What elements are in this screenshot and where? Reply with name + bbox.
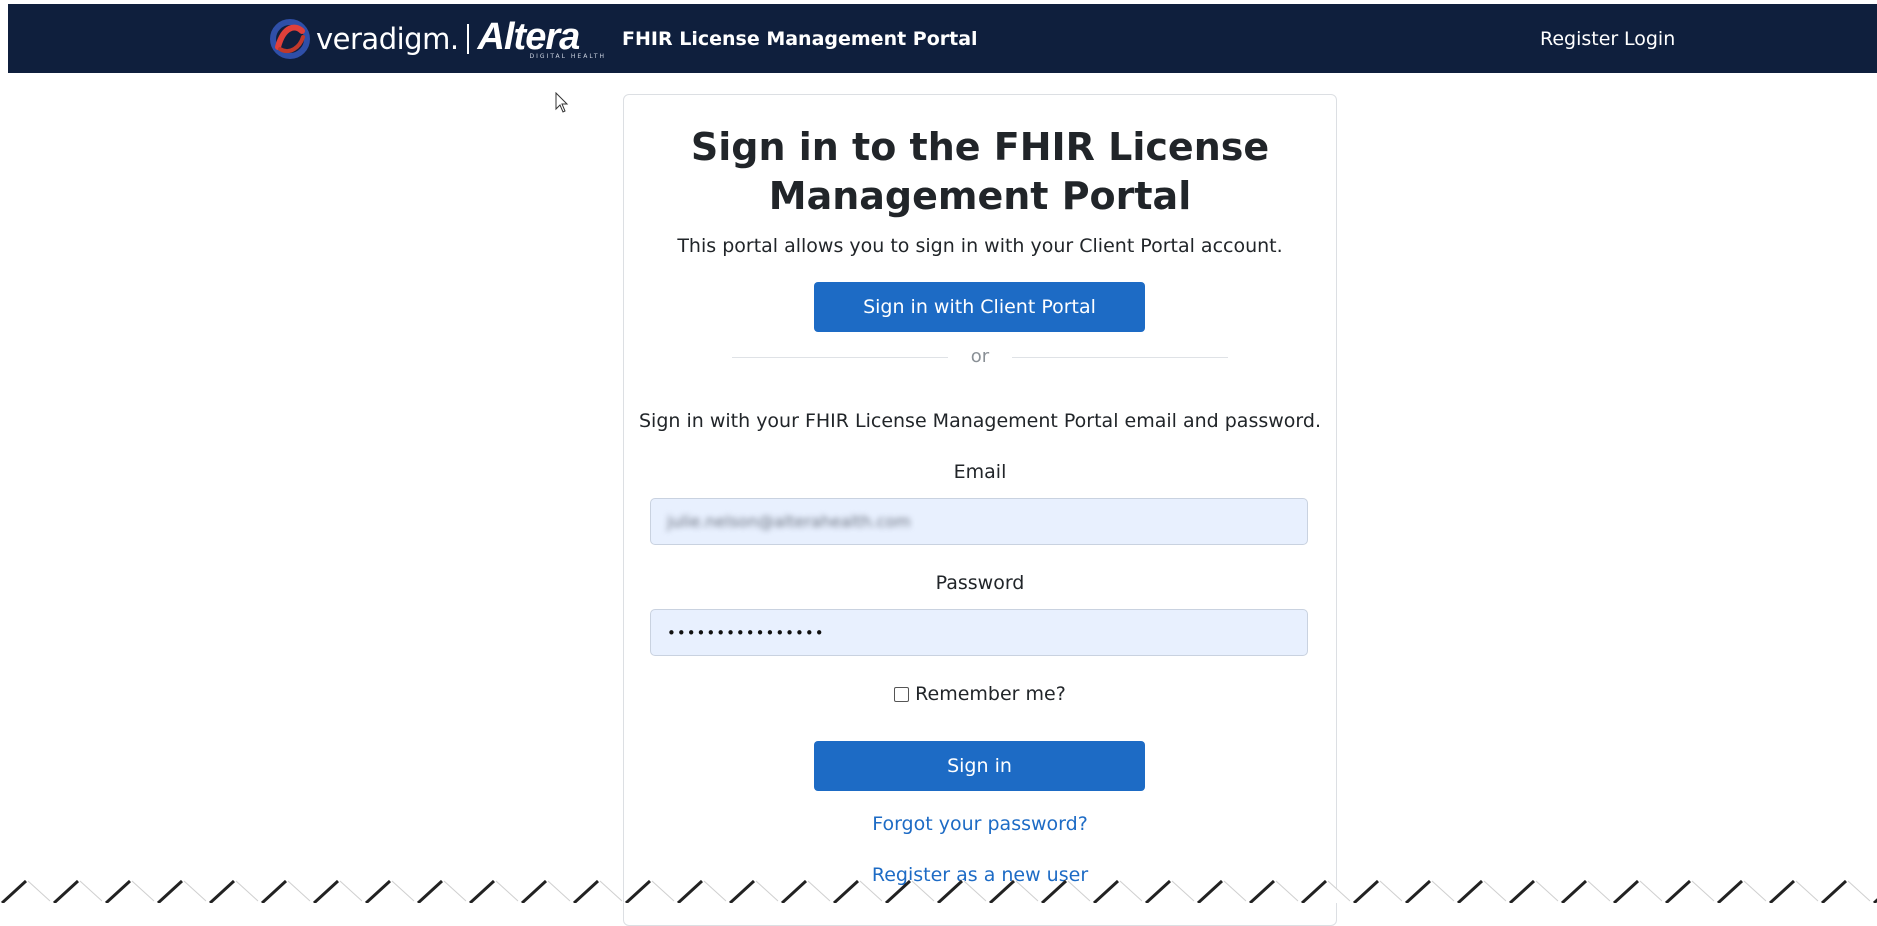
remember-me-checkbox[interactable]	[894, 686, 910, 702]
brand-separator	[466, 23, 469, 54]
portal-title: FHIR License Management Portal	[622, 27, 978, 50]
altera-tagline: DIGITAL HEALTH	[529, 52, 607, 60]
password-value: ••••••••••••••••	[667, 623, 825, 642]
or-divider: or	[732, 346, 1228, 367]
torn-edge	[0, 876, 1877, 903]
veradigm-wordmark: veradigm.	[316, 21, 459, 56]
client-portal-intro: This portal allows you to sign in with y…	[677, 235, 1283, 257]
local-signin-intro: Sign in with your FHIR License Managemen…	[639, 410, 1321, 432]
password-field[interactable]: ••••••••••••••••	[650, 609, 1308, 656]
divider-line-right	[1012, 357, 1228, 358]
veradigm-logo-icon	[270, 18, 310, 59]
page-title: Sign in to the FHIR License Management P…	[624, 123, 1336, 221]
signin-card: Sign in to the FHIR License Management P…	[623, 94, 1337, 926]
remember-me[interactable]: Remember me?	[624, 683, 1336, 705]
brand[interactable]: veradigm. Altera DIGITAL HEALTH FHIR Lic…	[270, 4, 978, 73]
top-navbar: veradigm. Altera DIGITAL HEALTH FHIR Lic…	[8, 4, 1877, 73]
altera-wordmark: Altera	[477, 15, 581, 58]
mouse-pointer-icon	[555, 92, 569, 113]
sign-in-client-portal-button[interactable]: Sign in with Client Portal	[814, 282, 1145, 332]
email-value: julie.nelson@alterahealth.com	[667, 512, 911, 531]
sign-in-button[interactable]: Sign in	[814, 741, 1145, 791]
nav-login-link[interactable]: Login	[1624, 4, 1675, 73]
email-field[interactable]: julie.nelson@alterahealth.com	[650, 498, 1308, 545]
email-label: Email	[953, 461, 1007, 483]
forgot-password-link[interactable]: Forgot your password?	[624, 813, 1336, 835]
page-title-line2: Management Portal	[768, 174, 1192, 218]
page-title-line1: Sign in to the FHIR License	[690, 125, 1270, 169]
altera-logo: Altera DIGITAL HEALTH	[478, 18, 606, 60]
nav-register-link[interactable]: Register	[1540, 4, 1618, 73]
password-label: Password	[935, 572, 1025, 594]
remember-me-label: Remember me?	[915, 683, 1066, 705]
